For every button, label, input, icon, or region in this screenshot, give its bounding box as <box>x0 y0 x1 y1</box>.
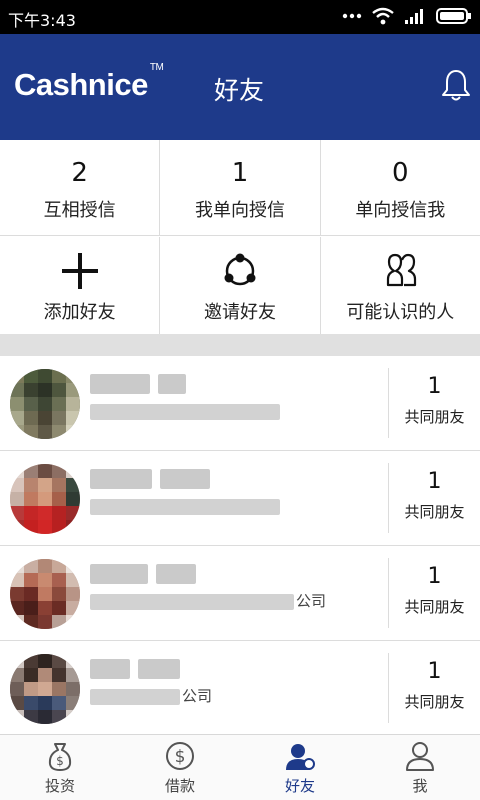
stat-count: 1 <box>231 158 249 188</box>
mutual-friend-label: 共同朋友 <box>404 408 465 426</box>
tab-invest[interactable]: $ 投资 <box>0 735 120 800</box>
mutual-friend-label: 共同朋友 <box>404 598 465 616</box>
add-friend-button[interactable]: 添加好友 <box>0 237 161 334</box>
stat-my-one-way-credit[interactable]: 1 我单向授信 <box>160 140 321 235</box>
mutual-friend-count: 1 <box>427 469 442 494</box>
avatar <box>10 654 80 724</box>
stat-count: 0 <box>392 158 409 188</box>
mutual-friend-label: 共同朋友 <box>404 693 465 711</box>
user-icon <box>406 742 434 771</box>
tab-borrow[interactable]: $ 借款 <box>120 735 240 800</box>
mutual-friend-count: 1 <box>427 374 442 399</box>
tab-label: 我 <box>412 777 428 795</box>
friend-name-redacted <box>90 659 180 679</box>
app-bar: Cashnice TM 好友 <box>0 34 480 140</box>
signal-icon <box>405 9 423 24</box>
plus-icon <box>61 253 98 289</box>
mutual-friend-label: 共同朋友 <box>404 503 465 521</box>
action-label: 添加好友 <box>43 302 116 323</box>
friend-row[interactable]: 1 共同朋友 <box>0 451 480 546</box>
bottom-tab-bar: $ 投资 $ 借款 好友 我 <box>0 734 480 800</box>
friend-company: 公司 <box>296 592 327 610</box>
tab-friends[interactable]: 好友 <box>240 735 360 800</box>
stat-label: 互相授信 <box>43 200 116 221</box>
tab-label: 借款 <box>164 777 195 795</box>
app-logo: Cashnice TM <box>14 61 164 102</box>
stat-label: 我单向授信 <box>194 200 285 221</box>
friend-detail-redacted <box>90 689 180 705</box>
bell-icon[interactable] <box>440 68 472 102</box>
friend-name-redacted <box>90 564 196 584</box>
friend-detail-redacted <box>90 404 280 420</box>
action-label: 可能认识的人 <box>346 302 455 323</box>
stat-mutual-credit[interactable]: 2 互相授信 <box>0 140 161 235</box>
stat-one-way-credit-to-me[interactable]: 0 单向授信我 <box>321 140 480 235</box>
friend-row[interactable]: 1 共同朋友 <box>0 356 480 451</box>
page-title: 好友 <box>214 76 265 105</box>
mutual-friend-count: 1 <box>427 564 442 589</box>
friend-name-redacted <box>90 469 210 489</box>
money-bag-icon: $ <box>48 743 72 771</box>
avatar <box>10 464 80 534</box>
section-divider <box>0 334 480 356</box>
people-icon <box>387 253 417 287</box>
tab-label: 投资 <box>44 777 75 795</box>
friend-company: 公司 <box>182 687 213 705</box>
friend-list: 1 共同朋友 1 共同朋友 公司 1 共同朋友 公司 1 共同朋友 <box>0 356 480 734</box>
svg-text:$: $ <box>56 754 64 768</box>
friends-icon <box>286 744 315 770</box>
credit-stats: 2 互相授信 1 我单向授信 0 单向授信我 <box>0 140 480 236</box>
dollar-coin-icon: $ <box>166 742 194 770</box>
stat-count: 2 <box>71 158 88 188</box>
avatar <box>10 369 80 439</box>
wifi-icon <box>372 7 394 25</box>
friend-detail-redacted <box>90 594 294 610</box>
friend-row[interactable]: 公司 1 共同朋友 <box>0 641 480 734</box>
friend-name-redacted <box>90 374 186 394</box>
status-time: 下午3:43 <box>8 11 76 30</box>
status-bar: 下午3:43 <box>0 0 480 34</box>
stat-label: 单向授信我 <box>355 200 446 221</box>
mutual-friend-count: 1 <box>427 659 442 684</box>
avatar <box>10 559 80 629</box>
share-icon <box>224 253 256 286</box>
friend-detail-redacted <box>90 499 280 515</box>
status-icons <box>342 7 472 25</box>
svg-text:$: $ <box>175 747 186 767</box>
more-dots-icon <box>342 13 362 19</box>
battery-icon <box>436 8 471 24</box>
tab-me[interactable]: 我 <box>360 735 480 800</box>
tab-label: 好友 <box>284 777 315 795</box>
action-label: 邀请好友 <box>203 302 276 323</box>
people-you-may-know-button[interactable]: 可能认识的人 <box>321 237 480 334</box>
invite-friend-button[interactable]: 邀请好友 <box>160 237 321 334</box>
friend-actions: 添加好友 邀请好友 可能认识的人 <box>0 237 480 334</box>
friend-row[interactable]: 公司 1 共同朋友 <box>0 546 480 641</box>
